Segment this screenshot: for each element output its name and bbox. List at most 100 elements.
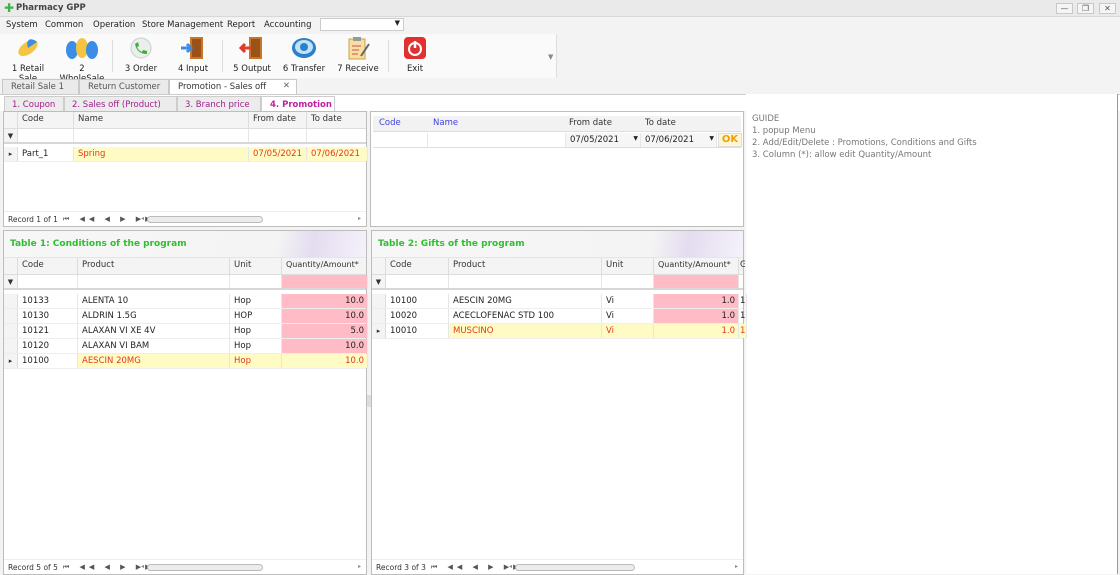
table-row[interactable]: 10130 ALDRIN 1.5G HOP 10.0: [4, 309, 368, 324]
search-col-to: To date: [645, 118, 676, 128]
table-row[interactable]: 10120 ALAXAN VI BAM Hop 10.0: [4, 339, 368, 354]
tab-promotion-sales-off[interactable]: Promotion - Sales off ✕: [169, 79, 297, 94]
cell-from-date: 07/05/2021: [249, 147, 307, 161]
filter-row[interactable]: ▼: [4, 129, 366, 144]
search-header: Code Name From date To date: [373, 116, 741, 132]
cell-code: 10010: [386, 324, 449, 338]
wholesale-button[interactable]: 2 WholeSale: [57, 36, 107, 84]
scroll-right-icon[interactable]: ▸: [358, 563, 361, 570]
input-button[interactable]: 4 Input: [174, 36, 212, 74]
horizontal-scrollbar[interactable]: [515, 564, 635, 571]
cell-quantity[interactable]: 1.0: [654, 294, 739, 308]
menu-accounting[interactable]: Accounting: [264, 20, 311, 30]
cell-quantity[interactable]: 1.0: [654, 309, 739, 323]
cell-product: ACECLOFENAC STD 100: [449, 309, 602, 323]
tab-coupon[interactable]: 1. Coupon: [4, 96, 64, 112]
horizontal-scrollbar[interactable]: [147, 216, 263, 223]
col-unit[interactable]: Unit: [230, 258, 282, 274]
cell-quantity[interactable]: 10.0: [282, 354, 368, 368]
row-indicator-icon: [4, 339, 18, 353]
search-code-input[interactable]: [373, 133, 428, 147]
tab-return-customer[interactable]: Return Customer: [79, 79, 169, 94]
cell-quantity[interactable]: 1.0: [654, 324, 739, 338]
col-name[interactable]: Name: [74, 112, 249, 128]
table-row[interactable]: 10133 ALENTA 10 Hop 10.0: [4, 294, 368, 309]
cell-quantity[interactable]: 10.0: [282, 339, 368, 353]
cell-quantity[interactable]: 10.0: [282, 294, 368, 308]
document-tabs: Retail Sale 1 Return Customer Promotion …: [0, 79, 1120, 94]
search-name-input[interactable]: [428, 133, 566, 147]
power-icon: [402, 36, 428, 60]
tab-sales-off-product[interactable]: 2. Sales off (Product): [64, 96, 177, 112]
pills-icon: [64, 36, 100, 60]
cell-quantity[interactable]: 5.0: [282, 324, 368, 338]
col-product[interactable]: Product: [78, 258, 230, 274]
scroll-left-icon[interactable]: ◂: [509, 563, 512, 570]
cell-product: ALAXAN VI BAM: [78, 339, 230, 353]
pager: Record 3 of 3 ⏮ ◀◀ ◀ ▶ ▶▶ ⏭ ◂ ▸: [372, 559, 743, 574]
from-date-value: 07/05/2021: [570, 135, 619, 145]
output-button[interactable]: 5 Output: [230, 36, 274, 74]
col-product[interactable]: Product: [449, 258, 602, 274]
filter-icon: ▼: [372, 275, 386, 288]
from-date-picker[interactable]: 07/05/2021 ▼: [566, 133, 641, 147]
table-row[interactable]: 10100 AESCIN 20MG Vi 1.0 1: [372, 294, 747, 309]
close-tab-icon[interactable]: ✕: [283, 81, 290, 91]
scroll-left-icon[interactable]: ◂: [141, 563, 144, 570]
table-row[interactable]: 10121 ALAXAN VI XE 4V Hop 5.0: [4, 324, 368, 339]
cell-code: 10120: [18, 339, 78, 353]
menu-operation[interactable]: Operation: [93, 20, 135, 30]
col-code[interactable]: Code: [386, 258, 449, 274]
exit-button[interactable]: Exit: [400, 36, 430, 74]
cell-quantity[interactable]: 10.0: [282, 309, 368, 323]
receive-button[interactable]: 7 Receive: [336, 36, 380, 74]
table-row[interactable]: ▸ Part_1 Spring 07/05/2021 07/06/2021: [4, 147, 368, 162]
cell-unit: Hop: [230, 339, 282, 353]
table-row[interactable]: ▸ 10010 MUSCINO Vi 1.0 1: [372, 324, 747, 339]
col-code[interactable]: Code: [18, 258, 78, 274]
col-extra[interactable]: G: [739, 258, 745, 274]
scroll-right-icon[interactable]: ▸: [735, 563, 738, 570]
tab-promotion[interactable]: 4. Promotion: [261, 96, 335, 112]
filter-row[interactable]: ▼: [372, 275, 743, 290]
menu-common[interactable]: Common: [45, 20, 83, 30]
title-bar: ✚ Pharmacy GPP — ❐ ✕: [0, 0, 1120, 17]
col-quantity[interactable]: Quantity/Amount*: [282, 258, 368, 274]
restore-button[interactable]: ❐: [1077, 3, 1094, 14]
cell-code: 10100: [386, 294, 449, 308]
record-count: Record 5 of 5: [8, 563, 58, 572]
menu-combo-box[interactable]: ▼: [320, 18, 404, 31]
scroll-right-icon[interactable]: ▸: [358, 215, 361, 222]
menu-store-management[interactable]: Store Management: [142, 20, 223, 30]
close-window-button[interactable]: ✕: [1099, 3, 1116, 14]
row-indicator-icon: [372, 309, 386, 323]
menu-report[interactable]: Report: [227, 20, 255, 30]
cell-unit: Vi: [602, 294, 654, 308]
transfer-button[interactable]: 6 Transfer: [282, 36, 326, 74]
col-from-date[interactable]: From date: [249, 112, 307, 128]
order-button[interactable]: 3 Order: [120, 36, 162, 74]
horizontal-scrollbar[interactable]: [147, 564, 263, 571]
toolbar-overflow-icon[interactable]: ▼: [548, 53, 553, 61]
retail-sale-button[interactable]: 1 Retail Sale: [4, 36, 52, 84]
table-row[interactable]: 10020 ACECLOFENAC STD 100 Vi 1.0 1: [372, 309, 747, 324]
menu-bar: System Common Operation Store Management…: [0, 17, 1120, 34]
col-code[interactable]: Code: [18, 112, 74, 128]
filter-row[interactable]: ▼: [4, 275, 368, 290]
menu-system[interactable]: System: [6, 20, 38, 30]
cell-product: ALAXAN VI XE 4V: [78, 324, 230, 338]
col-to-date[interactable]: To date: [307, 112, 368, 128]
tab-retail-sale-1[interactable]: Retail Sale 1: [2, 79, 79, 94]
scroll-left-icon[interactable]: ◂: [141, 215, 144, 222]
exit-label: Exit: [406, 64, 424, 74]
col-quantity[interactable]: Quantity/Amount*: [654, 258, 739, 274]
tab-branch-price[interactable]: 3. Branch price: [177, 96, 261, 112]
to-date-picker[interactable]: 07/06/2021 ▼: [641, 133, 717, 147]
minimize-button[interactable]: —: [1056, 3, 1073, 14]
ok-button[interactable]: OK: [718, 133, 742, 147]
cell-code: 10133: [18, 294, 78, 308]
cell-code: 10100: [18, 354, 78, 368]
table-row[interactable]: ▸ 10100 AESCIN 20MG Hop 10.0: [4, 354, 368, 369]
row-indicator-icon: [4, 294, 18, 308]
col-unit[interactable]: Unit: [602, 258, 654, 274]
